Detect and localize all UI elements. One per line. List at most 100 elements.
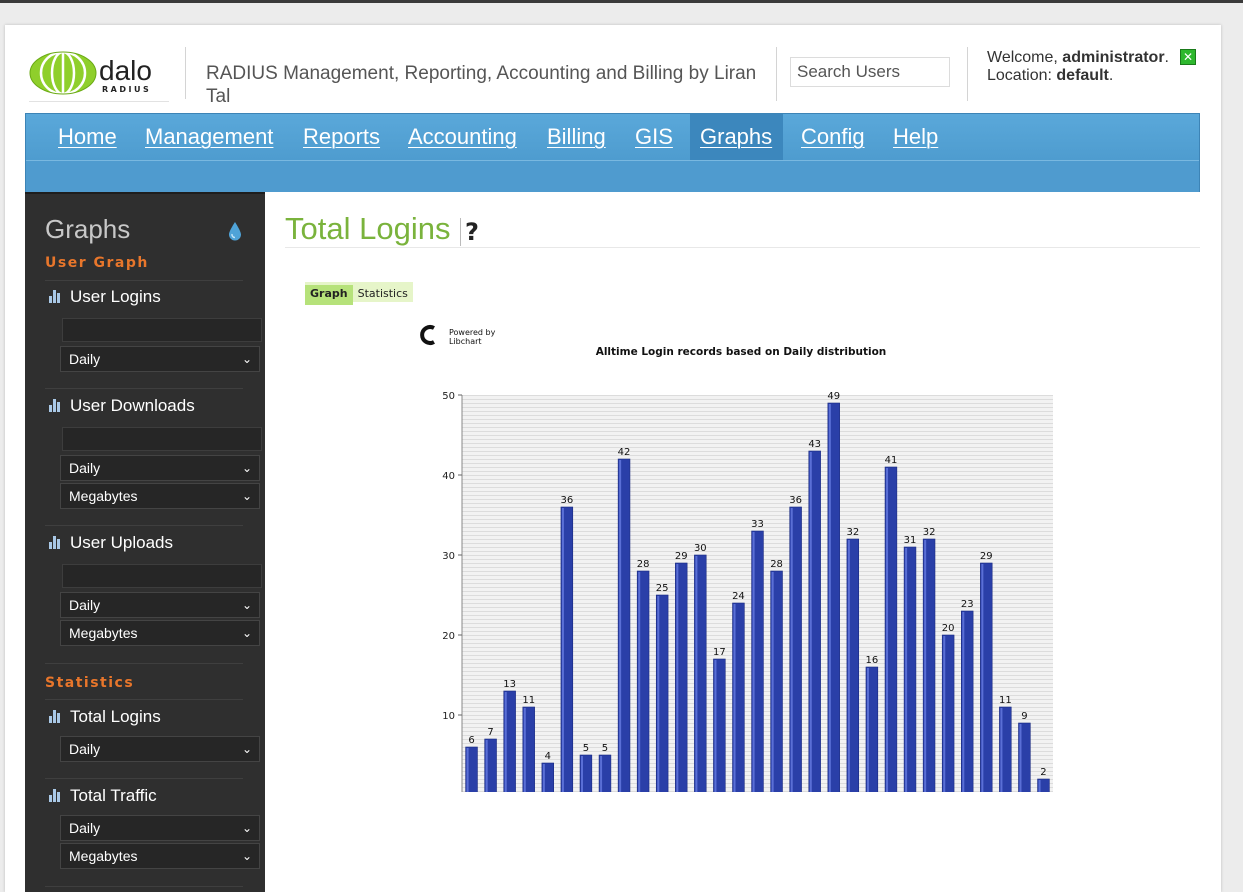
sidebar-item-label: Total Traffic <box>70 786 157 805</box>
sidebar-item-label: User Logins <box>70 287 161 306</box>
welcome-label: Welcome, <box>987 49 1058 66</box>
main-nav: Home Management Reports Accounting Billi… <box>25 113 1200 192</box>
daloradius-logo[interactable]: dalo RADIUS <box>29 47 169 99</box>
nav-graphs[interactable]: Graphs <box>690 114 783 160</box>
y-tick-label: 30 <box>442 551 455 562</box>
sidebar-item-total-logins[interactable]: Total Logins <box>49 706 161 728</box>
sidebar-divider <box>45 388 243 389</box>
nav-accounting[interactable]: Accounting <box>398 114 527 160</box>
sidebar-divider <box>45 663 243 664</box>
bar-value-label: 36 <box>560 495 573 506</box>
location-value: default <box>1056 67 1109 84</box>
user-logins-username-input[interactable] <box>62 318 262 342</box>
user-logins-period-select[interactable]: Daily ⌄ <box>60 346 260 372</box>
chart-bar-highlight <box>1038 780 1041 795</box>
sub-nav-bar <box>26 160 1199 192</box>
bar-value-label: 24 <box>732 591 745 602</box>
app-tagline: RADIUS Management, Reporting, Accounting… <box>206 63 757 107</box>
chart-area: Powered by Libchart Alltime Login record… <box>415 322 1065 814</box>
bar-value-label: 33 <box>751 519 764 530</box>
chart-bar-highlight <box>695 556 698 795</box>
bar-value-label: 28 <box>637 559 650 570</box>
chart-bar-highlight <box>886 468 889 795</box>
chart-bar-highlight <box>1000 708 1003 795</box>
sidebar-item-user-uploads[interactable]: User Uploads <box>49 532 173 554</box>
chart-bar-highlight <box>828 404 831 795</box>
bar-value-label: 11 <box>522 695 535 706</box>
bar-value-label: 9 <box>1021 711 1027 722</box>
help-icon[interactable]: ? <box>460 218 485 246</box>
nav-config[interactable]: Config <box>791 114 875 160</box>
chart-bar-highlight <box>924 540 927 795</box>
chart-bar-icon <box>49 789 61 802</box>
chart-bar-highlight <box>771 572 774 795</box>
nav-billing[interactable]: Billing <box>537 114 616 160</box>
page-title: Total Logins <box>285 211 451 246</box>
chart-bar-highlight <box>466 748 469 795</box>
bar-value-label: 5 <box>602 743 608 754</box>
y-tick-label: 40 <box>442 471 455 482</box>
chart-bar-highlight <box>657 596 660 795</box>
user-downloads-unit-select[interactable]: Megabytes ⌄ <box>60 483 260 509</box>
nav-gis[interactable]: GIS <box>625 114 683 160</box>
nav-reports[interactable]: Reports <box>293 114 390 160</box>
user-uploads-period-select[interactable]: Daily ⌄ <box>60 592 260 618</box>
y-tick-label: 20 <box>442 631 455 642</box>
bar-value-label: 20 <box>942 623 955 634</box>
bar-value-label: 30 <box>694 543 707 554</box>
chart-title: Alltime Login records based on Daily dis… <box>596 346 887 358</box>
sidebar-item-user-downloads[interactable]: User Downloads <box>49 395 195 417</box>
bar-value-label: 28 <box>770 559 783 570</box>
sidebar-divider <box>45 699 243 700</box>
chart-bar-highlight <box>847 540 850 795</box>
y-tick-label: 50 <box>442 391 455 402</box>
chart-bar-highlight <box>943 636 946 795</box>
chevron-down-icon: ⌄ <box>241 821 252 835</box>
user-downloads-username-input[interactable] <box>62 427 262 451</box>
total-traffic-unit-select[interactable]: Megabytes ⌄ <box>60 843 260 869</box>
total-traffic-period-select[interactable]: Daily ⌄ <box>60 815 260 841</box>
libchart-text: Libchart <box>449 337 482 346</box>
bar-value-label: 29 <box>980 551 993 562</box>
svg-text:dalo: dalo <box>99 55 152 86</box>
bar-value-label: 2 <box>1040 767 1046 778</box>
chart-bar-highlight <box>733 604 736 795</box>
nav-help[interactable]: Help <box>883 114 948 160</box>
powered-by-text: Powered by <box>449 328 496 337</box>
chart-bar-icon <box>49 290 61 303</box>
nav-management[interactable]: Management <box>135 114 283 160</box>
chart-bar-highlight <box>542 764 545 795</box>
y-tick-label: 10 <box>442 711 455 722</box>
chevron-down-icon: ⌄ <box>241 461 252 475</box>
location-label: Location: <box>987 67 1052 84</box>
user-downloads-period-select[interactable]: Daily ⌄ <box>60 455 260 481</box>
chart-bar-highlight <box>905 548 908 795</box>
sidebar-divider <box>45 280 243 281</box>
user-uploads-username-input[interactable] <box>62 564 262 588</box>
bar-value-label: 16 <box>866 655 879 666</box>
chart-bar-highlight <box>676 564 679 795</box>
chart-bar-highlight <box>1019 724 1022 795</box>
sidebar-item-total-traffic[interactable]: Total Traffic <box>49 785 157 807</box>
bar-value-label: 4 <box>545 751 551 762</box>
select-value: Daily <box>69 820 101 836</box>
logout-button[interactable]: ✕ <box>1180 49 1196 65</box>
tab-graph[interactable]: Graph <box>305 285 353 305</box>
chart-bar-highlight <box>561 508 564 795</box>
bar-value-label: 13 <box>503 679 516 690</box>
chart-bar-icon <box>49 710 61 723</box>
bar-value-label: 23 <box>961 599 974 610</box>
user-uploads-unit-select[interactable]: Megabytes ⌄ <box>60 620 260 646</box>
bar-value-label: 43 <box>808 439 821 450</box>
tab-statistics[interactable]: Statistics <box>353 285 413 305</box>
nav-home[interactable]: Home <box>48 114 127 160</box>
title-divider <box>285 247 1200 248</box>
y-tick-label: 0 <box>449 791 455 792</box>
total-logins-period-select[interactable]: Daily ⌄ <box>60 736 260 762</box>
bar-value-label: 25 <box>656 583 669 594</box>
chevron-down-icon: ⌄ <box>241 352 252 366</box>
search-users-input[interactable] <box>790 57 950 87</box>
welcome-username: administrator <box>1062 49 1165 66</box>
sidebar-divider <box>45 778 243 779</box>
sidebar-item-user-logins[interactable]: User Logins <box>49 286 161 308</box>
